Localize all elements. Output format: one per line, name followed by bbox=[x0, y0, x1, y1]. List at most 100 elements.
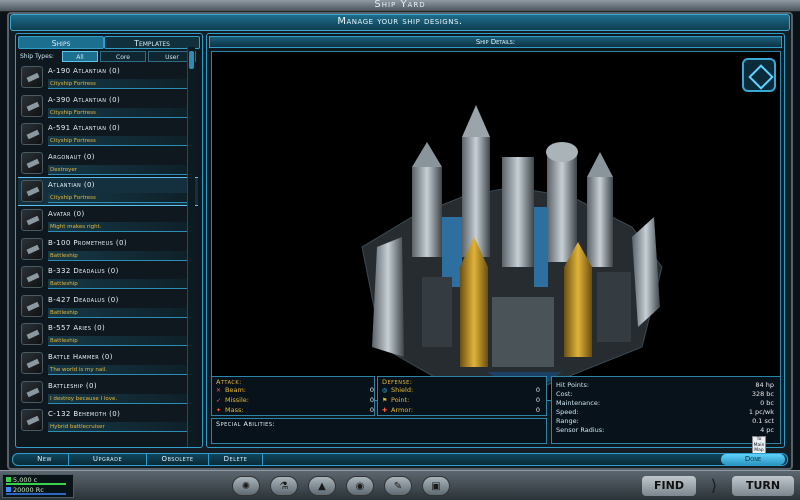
defense-armor-row: ✚ Armor: 0 bbox=[382, 406, 542, 415]
ship-type-label: Ship Types: bbox=[20, 53, 54, 60]
ship-list-item[interactable]: B-557 Aries (0) Battleship bbox=[18, 321, 198, 348]
attack-beam-row: ✕ Beam: 0 bbox=[216, 386, 376, 395]
sensor-radius-label: Sensor Radius: bbox=[556, 426, 605, 434]
defense-shield-value: 0 bbox=[535, 386, 540, 394]
sensor-radius-value: 4 pc bbox=[760, 426, 774, 434]
ship-description: I destroy because I love. bbox=[48, 393, 193, 405]
ship-list-item[interactable]: Argonaut (0) Destroyer bbox=[18, 150, 198, 177]
credits-display: 5,000 c 20000 Rc bbox=[2, 474, 74, 498]
special-abilities: Special Abilities: bbox=[211, 418, 547, 444]
ship-description: Cityship Fortress bbox=[48, 107, 193, 119]
ship-list-item[interactable]: A-591 Atlantian (0) Cityship Fortress bbox=[18, 121, 198, 148]
ship-list-item[interactable]: C-132 Behemoth (0) Hybrid battlecruiser bbox=[18, 407, 198, 434]
next-arrow-icon[interactable]: ⟩ bbox=[698, 474, 730, 498]
ship-description: Battleship bbox=[48, 250, 193, 262]
ship-description: Battleship bbox=[48, 307, 193, 319]
ship-name: B-100 Prometheus (0) bbox=[48, 238, 127, 247]
ship-thumbnail-icon bbox=[21, 123, 43, 146]
edit-icon[interactable]: ✎ bbox=[384, 476, 412, 496]
ship-list-item[interactable]: B-427 Deadalus (0) Battleship bbox=[18, 293, 198, 320]
defense-point-label: Point: bbox=[391, 396, 410, 404]
hud-icon-bar: ✺ ⚗ ▲ ◉ ✎ ▣ bbox=[232, 476, 462, 496]
scrollbar-thumb[interactable] bbox=[189, 51, 194, 69]
stats-icon[interactable]: ▣ bbox=[422, 476, 450, 496]
hit-points-label: Hit Points: bbox=[556, 381, 590, 389]
ship-list-item[interactable]: A-390 Atlantian (0) Cityship Fortress bbox=[18, 93, 198, 120]
delete-button[interactable]: Delete bbox=[209, 454, 263, 465]
ship-3d-viewport[interactable] bbox=[211, 51, 781, 401]
ship-thumbnail-icon bbox=[21, 409, 43, 432]
new-button[interactable]: New bbox=[21, 454, 69, 465]
defense-point-row: ⚑ Point: 0 bbox=[382, 396, 542, 405]
header-strip: Manage your ship designs. bbox=[10, 14, 790, 31]
speed-value: 1 pc/wk bbox=[748, 408, 774, 416]
upgrade-button[interactable]: Upgrade bbox=[69, 454, 147, 465]
ship-list-item[interactable]: B-332 Deadalus (0) Battleship bbox=[18, 264, 198, 291]
find-button[interactable]: FIND bbox=[642, 476, 696, 496]
ship-list-item[interactable]: B-100 Prometheus (0) Battleship bbox=[18, 236, 198, 263]
to-main-map-button[interactable]: To Main Map bbox=[752, 436, 766, 454]
ship-thumbnail-icon bbox=[21, 237, 43, 260]
shield-icon: ◎ bbox=[382, 387, 388, 394]
ship-list-item[interactable]: A-190 Atlantian (0) Cityship Fortress bbox=[18, 64, 198, 91]
ship-name: A-190 Atlantian (0) bbox=[48, 67, 121, 75]
ship-name: B-427 Deadalus (0) bbox=[48, 295, 119, 304]
ship-name: A-591 Atlantian (0) bbox=[48, 124, 121, 133]
diplomacy-icon[interactable]: ◉ bbox=[346, 476, 374, 496]
speed-row: Speed: 1 pc/wk bbox=[556, 408, 778, 417]
ship-list-item[interactable]: Atlantian (0) Cityship Fortress bbox=[18, 177, 198, 207]
ship-name: Atlantian (0) bbox=[48, 181, 95, 190]
ship-thumbnail-icon bbox=[21, 94, 43, 117]
ship-name: C-132 Behemoth (0) bbox=[48, 410, 121, 419]
filter-core[interactable]: Core bbox=[100, 51, 146, 62]
cost-value: 328 bc bbox=[751, 390, 774, 398]
filter-all[interactable]: All bbox=[62, 51, 98, 62]
attack-missile-row: ➶ Missile: 0 bbox=[216, 396, 376, 405]
ship-description: Battleship bbox=[48, 279, 193, 291]
header-text: Manage your ship designs. bbox=[337, 16, 463, 27]
ship-description: Hybrid battlecruiser bbox=[48, 422, 193, 434]
ship-list-scrollbar[interactable] bbox=[187, 47, 195, 447]
defense-armor-value: 0 bbox=[535, 406, 540, 414]
ship-name: Avatar (0) bbox=[48, 210, 85, 218]
credits-bar bbox=[6, 483, 66, 485]
range-value: 0.1 sct bbox=[752, 417, 774, 425]
obsolete-button[interactable]: Obsolete bbox=[147, 454, 209, 465]
ship-model-image bbox=[361, 105, 663, 397]
maintenance-label: Maintenance: bbox=[556, 399, 601, 407]
research-bar bbox=[6, 493, 66, 495]
credits-icon bbox=[6, 477, 11, 482]
ship-name: Argonaut (0) bbox=[48, 152, 95, 161]
ship-list-item[interactable]: Battle Hammer (0) The world is my nail. bbox=[18, 350, 198, 377]
ship-description: The world is my nail. bbox=[48, 365, 193, 376]
attack-beam-label: Beam: bbox=[225, 386, 246, 394]
attack-title: Attack: bbox=[216, 378, 242, 386]
ship-thumbnail-icon bbox=[21, 380, 43, 403]
ship-description: Cityship Fortress bbox=[48, 136, 193, 148]
range-label: Range: bbox=[556, 417, 579, 425]
ship-name: Battle Hammer (0) bbox=[48, 353, 113, 361]
hit-points-row: Hit Points: 84 hp bbox=[556, 381, 778, 390]
planet-icon[interactable]: ✺ bbox=[232, 476, 260, 496]
ship-list: A-190 Atlantian (0) Cityship Fortress A-39… bbox=[18, 64, 198, 446]
ship-thumbnail-icon bbox=[21, 323, 43, 346]
ship-list-item[interactable]: Battleship (0) I destroy because I love. bbox=[18, 379, 198, 406]
ship-thumbnail-icon bbox=[21, 209, 43, 231]
ship-thumbnail-icon bbox=[21, 151, 43, 174]
turn-button[interactable]: TURN bbox=[732, 476, 794, 496]
tab-templates[interactable]: Templates bbox=[104, 36, 200, 49]
view-rotate-icon[interactable] bbox=[742, 58, 776, 92]
attack-mass-label: Mass: bbox=[225, 406, 244, 414]
hull-stats: Hit Points: 84 hp Cost: 328 bc Maintenan… bbox=[551, 376, 781, 444]
research-flask-icon[interactable]: ⚗ bbox=[270, 476, 298, 496]
done-button[interactable]: Done bbox=[721, 454, 785, 465]
tab-ships[interactable]: Ships bbox=[18, 36, 104, 49]
ship-details-panel: Ship Details: Attack: ✕ Beam: 0 ➶ Missil… bbox=[206, 33, 785, 448]
ship-list-item[interactable]: Avatar (0) Might makes right. bbox=[18, 207, 198, 234]
ship-name: B-332 Deadalus (0) bbox=[48, 267, 119, 276]
point-defense-icon: ⚑ bbox=[382, 397, 388, 404]
window-title: Ship Yard bbox=[374, 0, 426, 10]
ship-details-header: Ship Details: bbox=[209, 36, 782, 48]
attack-beam-value: 0 bbox=[369, 386, 374, 394]
shipyard-icon[interactable]: ▲ bbox=[308, 476, 336, 496]
